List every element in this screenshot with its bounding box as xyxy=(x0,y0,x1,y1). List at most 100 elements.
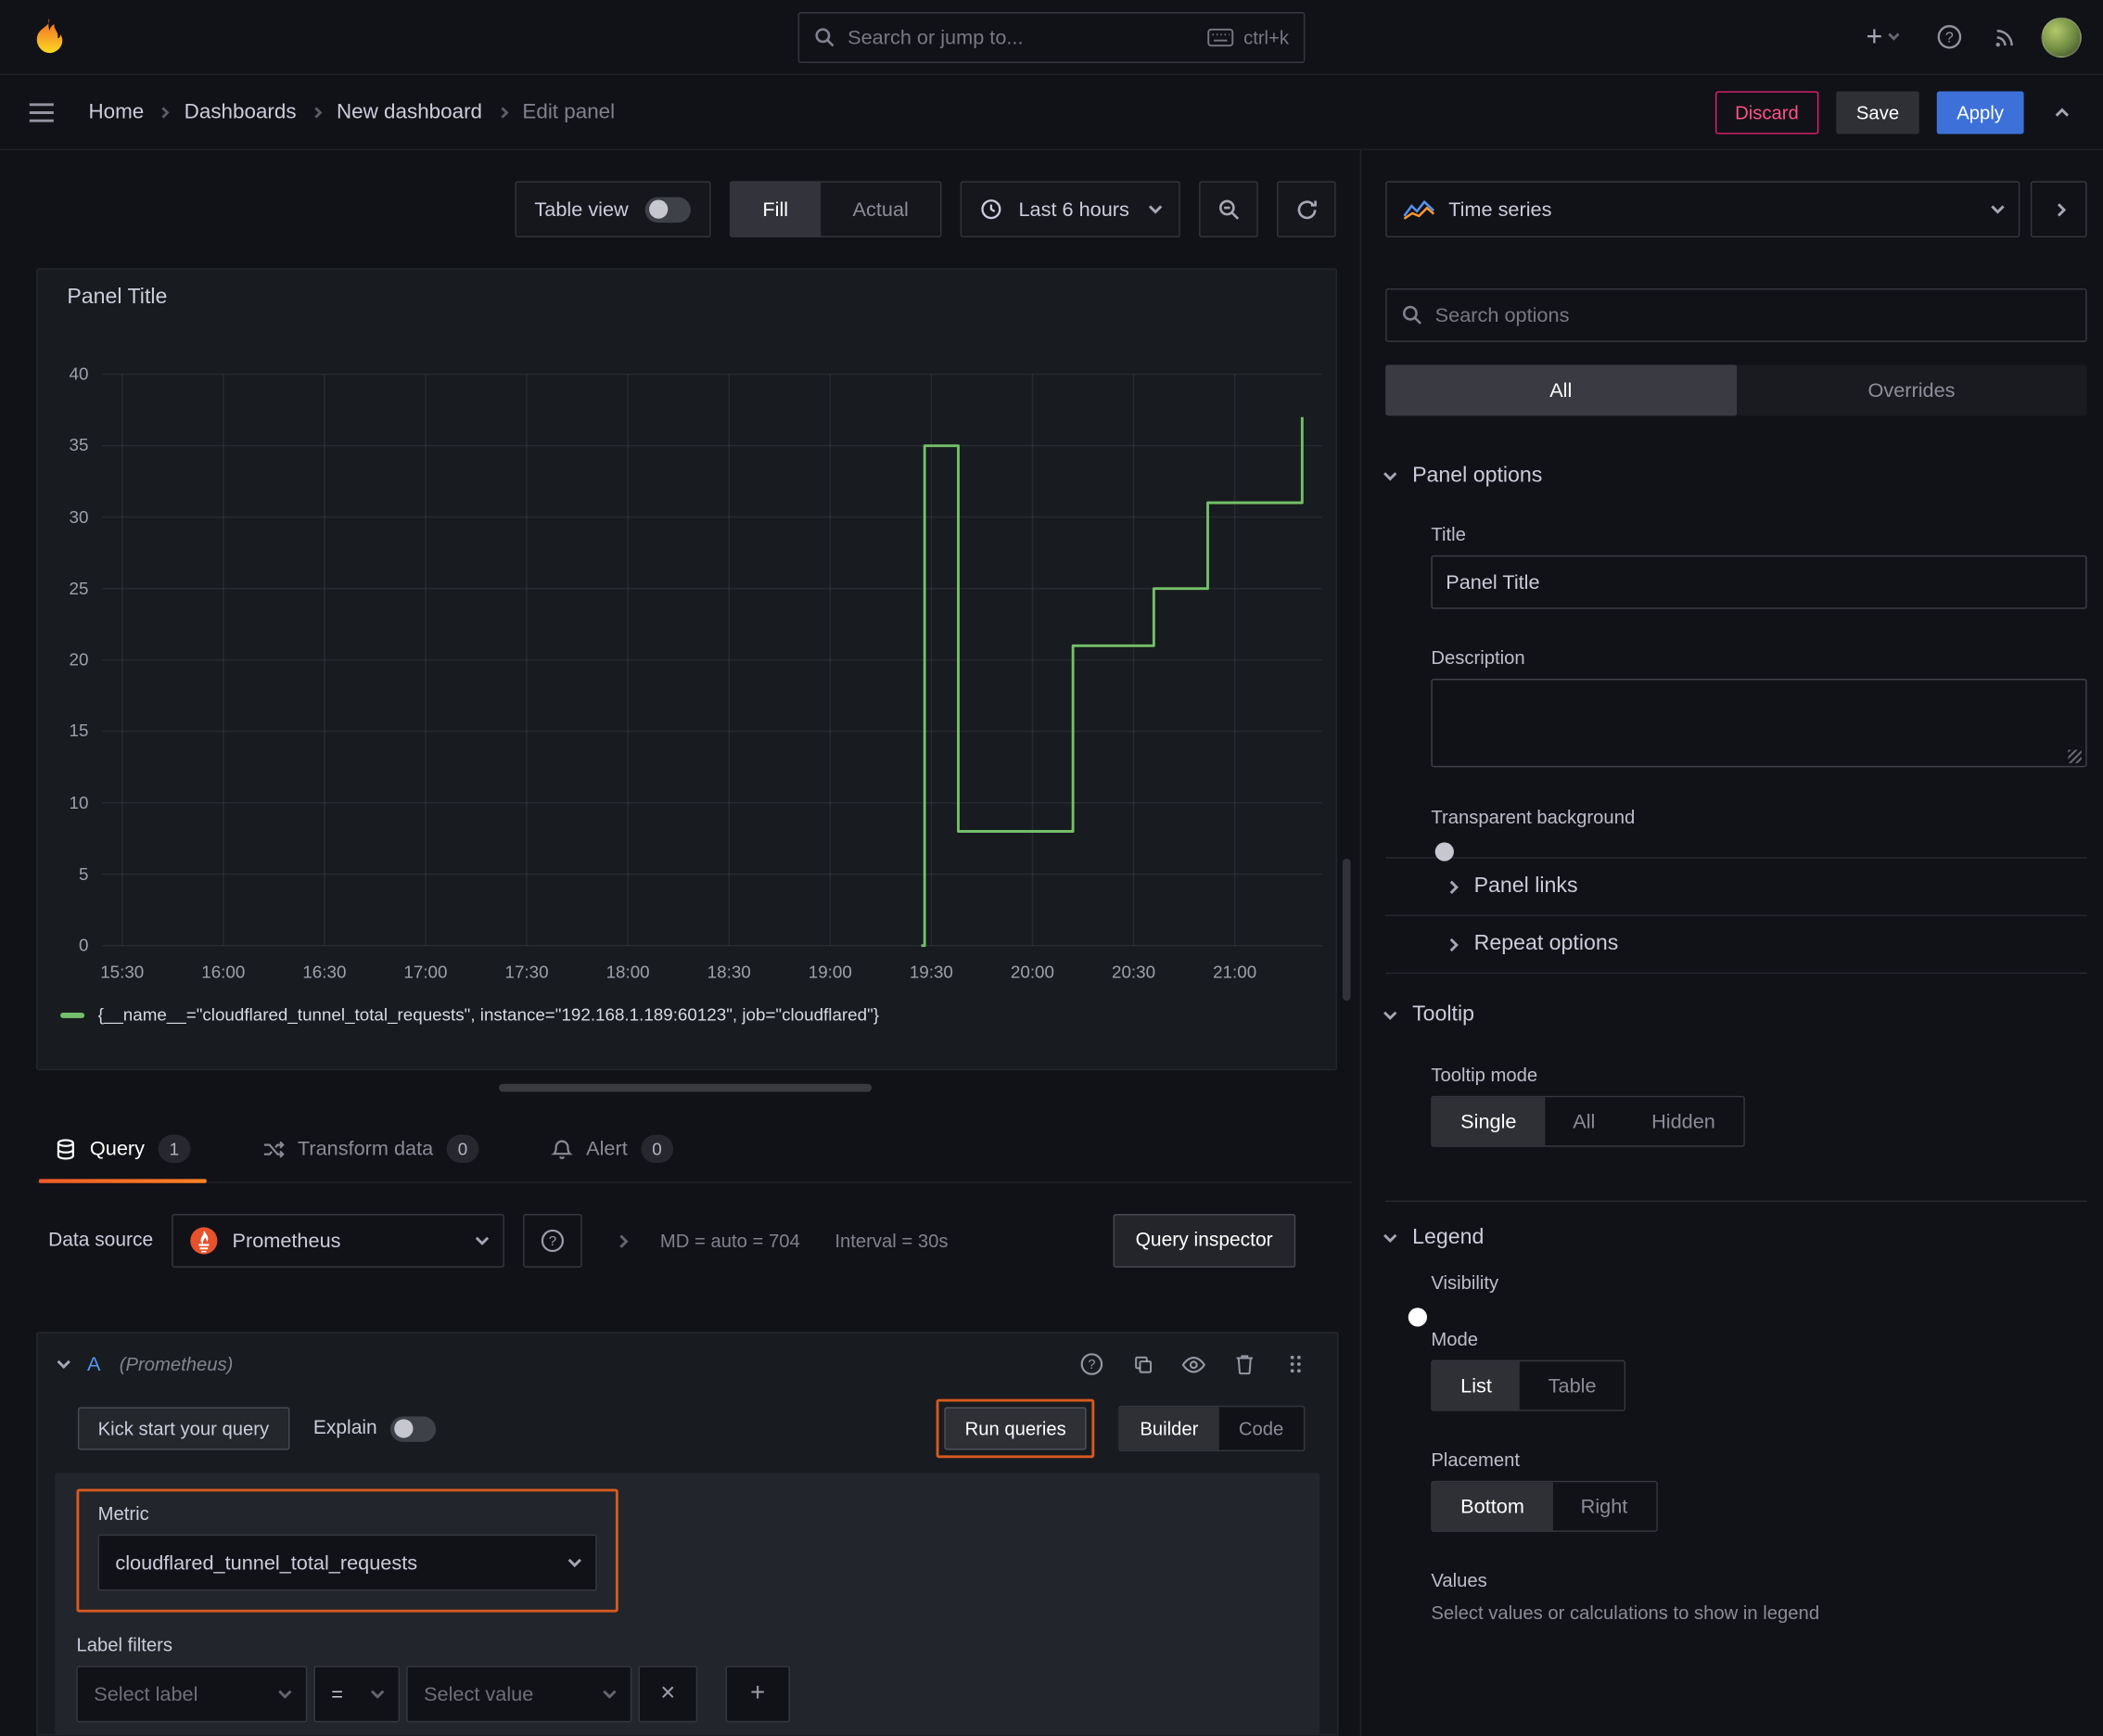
metric-label: Metric xyxy=(97,1501,149,1525)
pane-resize-handle[interactable] xyxy=(499,1083,873,1092)
panel-title-input[interactable] xyxy=(1431,555,2087,609)
panel-editor-toolbar: Table view Fill Actual Last 6 hours xyxy=(0,166,1352,252)
tooltip-section-header[interactable]: Tooltip xyxy=(1383,1002,2086,1028)
legend-series-label[interactable]: {__name__="cloudflared_tunnel_total_requ… xyxy=(98,1004,879,1025)
options-search[interactable] xyxy=(1385,287,2087,342)
help-button[interactable]: ? xyxy=(1929,17,1969,57)
legend-bottom-option[interactable]: Bottom xyxy=(1432,1482,1553,1531)
datasource-help-button[interactable]: ? xyxy=(523,1214,583,1268)
mega-menu-button[interactable] xyxy=(21,92,61,132)
save-button[interactable]: Save xyxy=(1836,90,1919,134)
options-tabs: All Overrides xyxy=(1385,364,2087,416)
options-search-input[interactable] xyxy=(1434,303,2071,327)
repeat-options-collapsible[interactable]: Repeat options xyxy=(1385,916,2086,973)
tab-overrides[interactable]: Overrides xyxy=(1736,364,2086,415)
visualization-picker[interactable]: Time series xyxy=(1385,181,2020,238)
grafana-flame-icon xyxy=(36,17,63,53)
remove-filter-button[interactable]: × xyxy=(638,1666,698,1723)
alert-count-badge: 0 xyxy=(641,1134,673,1164)
toggle-viz-picker-button[interactable] xyxy=(2030,181,2087,238)
transform-icon xyxy=(263,1140,285,1157)
tooltip-heading: Tooltip xyxy=(1412,1002,1474,1027)
kick-start-query-button[interactable]: Kick start your query xyxy=(77,1407,289,1450)
chart-legend: {__name__="cloudflared_tunnel_total_requ… xyxy=(60,1004,879,1025)
hide-query-button[interactable] xyxy=(1174,1344,1214,1384)
time-range-picker[interactable]: Last 6 hours xyxy=(961,181,1180,238)
transform-count-badge: 0 xyxy=(446,1134,479,1164)
discard-button[interactable]: Discard xyxy=(1714,90,1819,134)
expand-options-button[interactable] xyxy=(601,1220,641,1260)
top-bar: ctrl+k + ? xyxy=(0,0,2103,75)
news-button[interactable] xyxy=(1985,17,2025,57)
metric-select[interactable]: cloudflared_tunnel_total_requests xyxy=(97,1534,597,1591)
panel-description-textarea[interactable] xyxy=(1431,678,2087,768)
tooltip-hidden-option[interactable]: Hidden xyxy=(1624,1097,1744,1145)
panel-options-section-header[interactable]: Panel options xyxy=(1383,464,2086,488)
query-help-button[interactable]: ? xyxy=(1072,1344,1112,1384)
y-tick-label: 10 xyxy=(69,792,89,812)
actual-option[interactable]: Actual xyxy=(821,183,941,236)
global-search-input[interactable] xyxy=(848,26,1195,49)
table-view-toggle[interactable] xyxy=(644,196,691,223)
run-queries-button[interactable]: Run queries xyxy=(944,1407,1087,1450)
divider xyxy=(1385,1200,2087,1202)
query-row-header[interactable]: A (Prometheus) ? xyxy=(37,1334,1337,1396)
explain-toggle[interactable] xyxy=(390,1415,437,1442)
legend-right-option[interactable]: Right xyxy=(1552,1482,1655,1530)
zoom-out-button[interactable] xyxy=(1199,181,1258,238)
chevron-down-icon xyxy=(1383,1006,1397,1020)
tab-transform-label: Transform data xyxy=(297,1137,434,1161)
chevron-right-icon xyxy=(1445,879,1459,894)
y-tick-label: 25 xyxy=(69,578,89,598)
tooltip-all-option[interactable]: All xyxy=(1545,1097,1624,1145)
time-series-chart: 0 5 10 15 20 25 30 35 40 15:30 16:00 16:30 17:00 17:3… xyxy=(37,270,1335,1069)
breadcrumb-new-dashboard[interactable]: New dashboard xyxy=(337,100,482,124)
legend-table-option[interactable]: Table xyxy=(1520,1361,1625,1410)
x-tick-label: 17:00 xyxy=(403,962,448,982)
user-avatar[interactable] xyxy=(2041,17,2082,57)
grafana-logo[interactable] xyxy=(21,10,75,64)
chevron-right-icon xyxy=(311,106,323,118)
tab-transform-data[interactable]: Transform data 0 xyxy=(244,1116,498,1181)
new-menu-button[interactable]: + xyxy=(1851,17,1913,57)
query-toolbar: Kick start your query Explain Run querie… xyxy=(37,1395,1337,1462)
add-filter-button[interactable]: + xyxy=(725,1666,790,1723)
x-tick-label: 18:00 xyxy=(605,962,650,982)
collapse-header-button[interactable] xyxy=(2041,92,2081,132)
datasource-picker[interactable]: Prometheus xyxy=(172,1214,505,1268)
legend-section-header[interactable]: Legend xyxy=(1383,1226,2086,1250)
grafana-edit-panel-screen: ctrl+k + ? Home Dashboards New xyxy=(0,0,2103,1736)
panel-links-collapsible[interactable]: Panel links xyxy=(1385,859,2086,915)
refresh-icon xyxy=(1296,199,1317,219)
tab-alert[interactable]: Alert 0 xyxy=(532,1116,692,1181)
datasource-name: Prometheus xyxy=(232,1229,341,1253)
global-search[interactable]: ctrl+k xyxy=(797,12,1306,63)
legend-list-option[interactable]: List xyxy=(1432,1361,1521,1410)
chevron-down-icon xyxy=(476,1232,490,1245)
resize-handle-icon[interactable] xyxy=(2068,749,2082,764)
breadcrumb-dashboards[interactable]: Dashboards xyxy=(185,100,297,124)
timeseries-plot-area[interactable] xyxy=(37,270,1335,994)
refresh-button[interactable] xyxy=(1276,181,1336,238)
copy-icon xyxy=(1134,1356,1152,1372)
breadcrumb-home[interactable]: Home xyxy=(88,100,144,124)
tab-query[interactable]: Query 1 xyxy=(36,1116,209,1183)
operator-dropdown[interactable]: = xyxy=(313,1666,401,1723)
builder-option[interactable]: Builder xyxy=(1119,1407,1219,1450)
fill-option[interactable]: Fill xyxy=(730,182,821,236)
select-label-dropdown[interactable]: Select label xyxy=(76,1666,308,1723)
tooltip-mode-label: Tooltip mode xyxy=(1431,1064,1538,1086)
duplicate-query-button[interactable] xyxy=(1123,1344,1163,1384)
tooltip-single-option[interactable]: Single xyxy=(1432,1097,1545,1146)
select-value-dropdown[interactable]: Select value xyxy=(406,1666,632,1723)
drag-query-handle[interactable] xyxy=(1276,1344,1316,1384)
apply-button[interactable]: Apply xyxy=(1936,90,2024,134)
y-tick-label: 0 xyxy=(79,935,89,955)
left-pane-scrollbar[interactable] xyxy=(1342,858,1351,1002)
query-inspector-button[interactable]: Query inspector xyxy=(1113,1214,1296,1268)
database-icon xyxy=(57,1138,74,1159)
tab-all[interactable]: All xyxy=(1385,364,1737,416)
delete-query-button[interactable] xyxy=(1225,1344,1265,1384)
legend-placement-switch: Bottom Right xyxy=(1431,1480,1658,1532)
code-option[interactable]: Code xyxy=(1218,1407,1304,1449)
